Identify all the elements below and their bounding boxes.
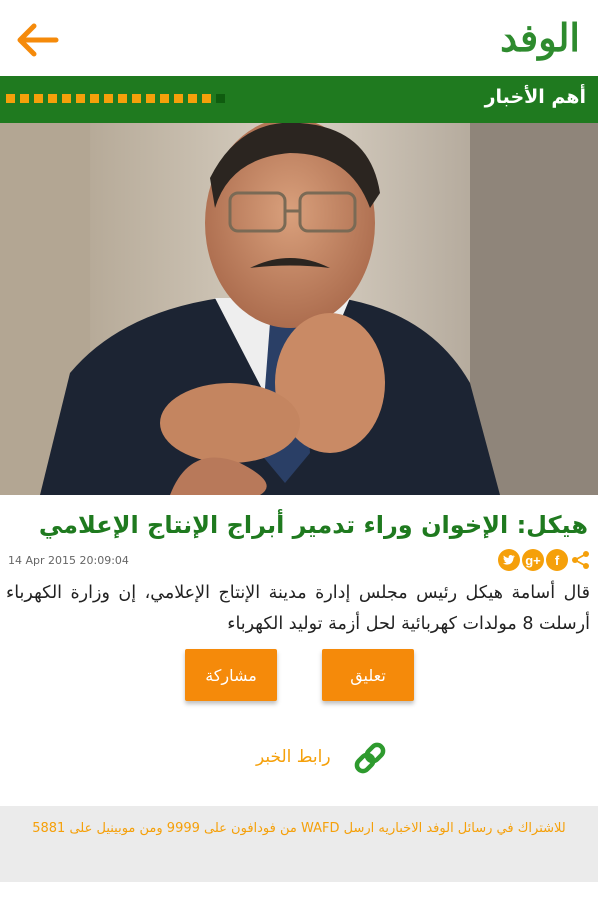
section-header: أهم الأخبار <box>0 76 598 123</box>
brand-logo[interactable]: الوفد <box>500 10 580 66</box>
social-share-icons: g+ f <box>498 549 592 571</box>
facebook-icon[interactable]: f <box>546 549 568 571</box>
top-bar: الوفد <box>0 0 598 76</box>
news-link-label: رابط الخبر <box>256 747 331 767</box>
decorative-dots <box>6 94 225 103</box>
share-icon[interactable] <box>570 549 592 571</box>
back-button[interactable] <box>12 20 60 60</box>
section-title: أهم الأخبار <box>484 86 586 108</box>
logo-text: الوفد <box>500 15 580 60</box>
news-link[interactable]: رابط الخبر <box>0 736 598 780</box>
share-button[interactable]: مشاركة <box>185 649 277 701</box>
google-plus-icon[interactable]: g+ <box>522 549 544 571</box>
link-icon <box>354 742 386 774</box>
article-photo <box>0 123 598 495</box>
article-meta: 14 Apr 2015 20:09:04 g+ f <box>8 548 592 574</box>
article-timestamp: 14 Apr 2015 20:09:04 <box>8 554 129 567</box>
twitter-icon[interactable] <box>498 549 520 571</box>
arrow-left-icon <box>17 23 59 57</box>
subscription-footer: للاشتراك في رسائل الوفد الاخباريه ارسل W… <box>0 806 598 882</box>
article-body: قال أسامة هيكل رئيس مجلس إدارة مدينة الإ… <box>6 583 590 634</box>
article-headline: هيكل: الإخوان وراء تدمير أبراج الإنتاج ا… <box>38 511 588 539</box>
comment-button[interactable]: تعليق <box>322 649 414 701</box>
